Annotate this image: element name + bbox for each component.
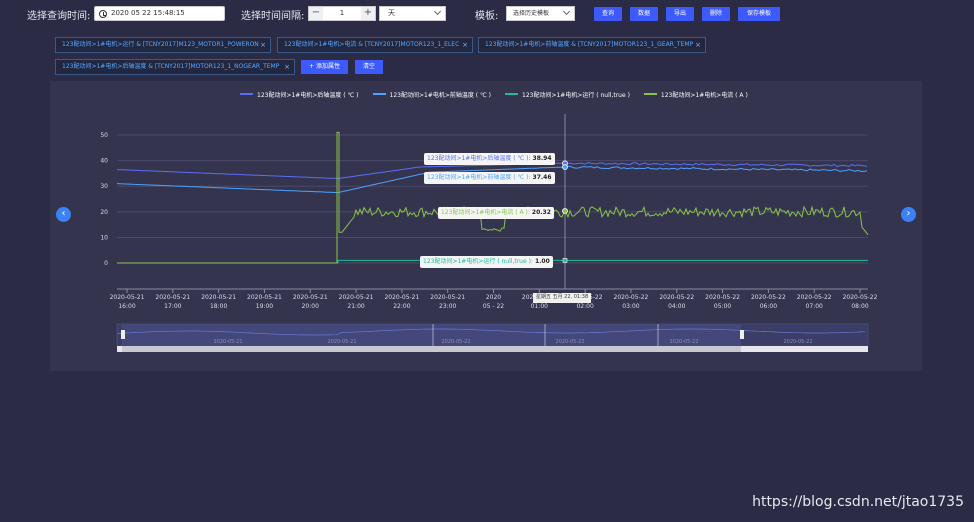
tooltip-value: 20.32 bbox=[531, 209, 551, 216]
y-tick-label: 30 bbox=[100, 183, 108, 190]
x-tick-label: 06:00 bbox=[760, 303, 777, 310]
tooltip-current: 123配动间>1#电机>电流 ( A ): 20.32 bbox=[438, 207, 554, 219]
tooltip-label: 123配动间>1#电机>电流 ( A ): bbox=[441, 209, 530, 216]
x-tick-label: 01:00 bbox=[531, 303, 548, 310]
tooltip-value: 1.00 bbox=[534, 258, 550, 265]
tooltip-label: 123配动间>1#电机>前轴温度 ( ℃ ): bbox=[427, 174, 531, 181]
x-tick-label: 2020-05-22 bbox=[751, 294, 786, 301]
x-tick-label: 2020-05-22 bbox=[614, 294, 649, 301]
marker-running bbox=[562, 258, 568, 263]
x-tick-label: 04:00 bbox=[668, 303, 685, 310]
tooltip-value: 37.46 bbox=[532, 174, 552, 181]
x-tick-label: 2020 bbox=[486, 294, 501, 301]
y-tick-label: 50 bbox=[100, 132, 108, 139]
navigator-label: 2020-05-22 bbox=[555, 339, 584, 345]
x-tick-label: 23:00 bbox=[439, 303, 456, 310]
x-tick-label: 03:00 bbox=[622, 303, 639, 310]
watermark: https://blog.csdn.net/jtao1735 bbox=[752, 494, 964, 510]
navigator-label: 2020-05-22 bbox=[441, 339, 470, 345]
y-tick-label: 20 bbox=[100, 209, 108, 216]
x-tick-label: 2020-05-21 bbox=[155, 294, 190, 301]
x-tick-label: 17:00 bbox=[164, 303, 181, 310]
navigator-label: 2020-05-22 bbox=[783, 339, 812, 345]
x-tick-label: 2020-05-21 bbox=[339, 294, 374, 301]
y-tick-label: 0 bbox=[104, 260, 108, 267]
navigator-handle-left[interactable] bbox=[121, 330, 125, 339]
y-tick-label: 10 bbox=[100, 234, 108, 241]
x-tick-label: 2020-05-22 bbox=[843, 294, 878, 301]
x-tick-label: 2020-05-21 bbox=[293, 294, 328, 301]
tooltip-front-temp: 123配动间>1#电机>前轴温度 ( ℃ ): 37.46 bbox=[424, 172, 555, 184]
x-tick-label: 08:00 bbox=[851, 303, 868, 310]
tooltip-rear-temp: 123配动间>1#电机>后轴温度 ( ℃ ): 38.94 bbox=[424, 153, 555, 165]
marker-front-temp bbox=[562, 164, 568, 171]
x-tick-label: 16:00 bbox=[118, 303, 135, 310]
x-tick-label: 2020-05-21 bbox=[384, 294, 419, 301]
navigator-scrollbar-thumb[interactable] bbox=[122, 346, 741, 352]
navigator-label: 2020-05-21 bbox=[327, 339, 356, 345]
marker-current bbox=[562, 208, 568, 214]
x-tick-label: 02:00 bbox=[576, 303, 593, 310]
y-tick-label: 40 bbox=[100, 158, 108, 165]
tooltip-label: 123配动间>1#电机>运行 ( null,true ): bbox=[423, 258, 533, 265]
x-tick-label: 2020-05-21 bbox=[201, 294, 236, 301]
x-tick-label: 2020-05-21 bbox=[247, 294, 282, 301]
x-tick-label: 20:00 bbox=[302, 303, 319, 310]
navigator-label: 2020-05-22 bbox=[669, 339, 698, 345]
x-tick-label: 05 - 22 bbox=[483, 303, 504, 310]
x-tick-label: 2020-05-21 bbox=[110, 294, 145, 301]
x-tick-label: 2020-05-21 bbox=[430, 294, 465, 301]
navigator-label: 2020-05-21 bbox=[213, 339, 242, 345]
tooltip-running: 123配动间>1#电机>运行 ( null,true ): 1.00 bbox=[420, 256, 553, 268]
x-tick-label: 07:00 bbox=[806, 303, 823, 310]
tooltip-label: 123配动间>1#电机>后轴温度 ( ℃ ): bbox=[427, 155, 531, 162]
tooltip-value: 38.94 bbox=[532, 155, 552, 162]
x-tick-label: 2020-05-22 bbox=[659, 294, 694, 301]
x-tick-label: 2020-05-22 bbox=[797, 294, 832, 301]
x-tick-label: 22:00 bbox=[393, 303, 410, 310]
x-tick-label: 18:00 bbox=[210, 303, 227, 310]
navigator-handle-right[interactable] bbox=[740, 330, 744, 339]
x-tick-label: 05:00 bbox=[714, 303, 731, 310]
x-tick-label: 2020-05-22 bbox=[705, 294, 740, 301]
x-tick-label: 19:00 bbox=[256, 303, 273, 310]
x-tick-label: 21:00 bbox=[347, 303, 364, 310]
x-axis-tooltip: 星期五 五月 22, 01:38 bbox=[533, 293, 592, 303]
